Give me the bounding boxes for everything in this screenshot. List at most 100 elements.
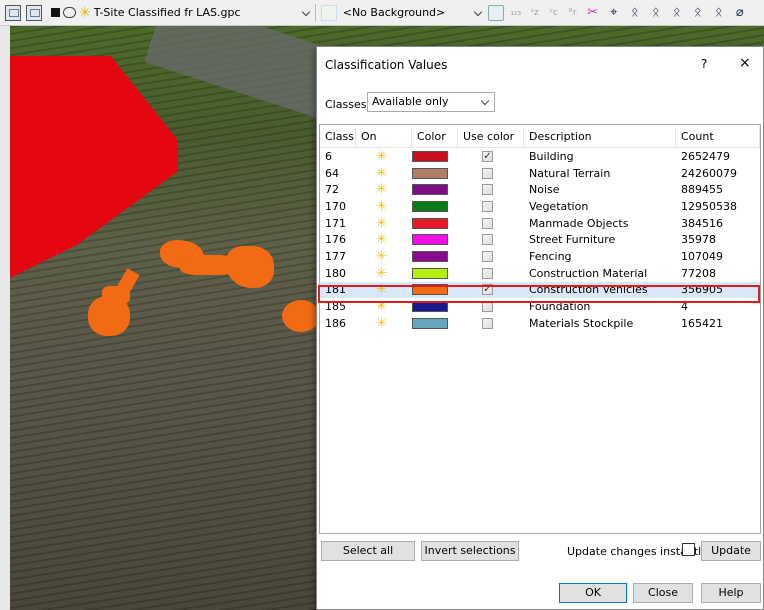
lasso-icon[interactable]: ᛟ	[648, 5, 664, 21]
use-color-checkbox[interactable]	[482, 267, 493, 279]
use-color-checkbox[interactable]	[482, 200, 493, 212]
close-button[interactable]: Close	[633, 583, 693, 603]
main-toolbar: ✳ T-Site Classified fr LAS.gpc <No Backg…	[0, 0, 764, 26]
class-count: 77208	[681, 266, 716, 280]
class-count: 356905	[681, 283, 723, 297]
table-row[interactable]: 72 ✳ Noise 889455	[320, 181, 760, 198]
point-select-icon[interactable]: ⌖	[606, 5, 622, 21]
class-on-icon[interactable]: ✳	[356, 199, 387, 214]
scissors-icon[interactable]: ✂	[585, 5, 601, 21]
lasso-icon[interactable]: ᛟ	[711, 5, 727, 21]
class-color-swatch[interactable]	[412, 217, 448, 229]
use-color-checkbox[interactable]: ✓	[482, 284, 493, 296]
lasso-icon[interactable]: ᛟ	[669, 5, 685, 21]
chevron-down-icon[interactable]	[301, 8, 311, 18]
lasso-icon[interactable]: ᛟ	[627, 5, 643, 21]
class-color-swatch[interactable]	[412, 234, 448, 246]
use-color-checkbox[interactable]: ✓	[482, 150, 493, 162]
table-row[interactable]: 170 ✳ Vegetation 12950538	[320, 198, 760, 215]
update-button[interactable]: Update	[701, 541, 761, 561]
update-instantly-checkbox[interactable]	[682, 543, 695, 556]
use-color-checkbox[interactable]	[482, 167, 493, 179]
r-tool-icon[interactable]: ᴿr	[566, 5, 580, 21]
table-row[interactable]: 185 ✳ Foundation 4	[320, 298, 760, 315]
table-row[interactable]: 6 ✳ ✓ Building 2652479	[320, 148, 760, 165]
table-row[interactable]: 176 ✳ Street Furniture 35978	[320, 231, 760, 248]
table-row[interactable]: 181 ✳ ✓ Construction Vehicles 356905	[320, 281, 760, 299]
class-count: 35978	[681, 233, 716, 247]
table-row[interactable]: 177 ✳ Fencing 107049	[320, 248, 760, 265]
classification-table: Class On Color Use color Description Cou…	[319, 124, 761, 534]
class-on-icon[interactable]: ✳	[356, 232, 387, 247]
use-color-checkbox[interactable]	[482, 217, 493, 229]
class-on-icon[interactable]: ✳	[356, 282, 387, 297]
table-row[interactable]: 180 ✳ Construction Material 77208	[320, 265, 760, 282]
column-header-on[interactable]: On	[356, 125, 412, 147]
properties-icon[interactable]	[26, 4, 42, 21]
class-color-swatch[interactable]	[412, 184, 448, 196]
chevron-down-icon[interactable]	[473, 8, 483, 18]
class-color-swatch[interactable]	[412, 301, 448, 313]
classify-tool-icon[interactable]	[487, 4, 504, 21]
z-tool-icon[interactable]: ᶻz	[528, 5, 542, 21]
use-color-checkbox[interactable]	[482, 250, 493, 262]
layer-file-name[interactable]: T-Site Classified fr LAS.gpc	[94, 6, 299, 19]
class-color-swatch[interactable]	[412, 267, 448, 279]
class-on-icon[interactable]: ✳	[356, 249, 387, 264]
class-color-swatch[interactable]	[412, 150, 448, 162]
background-icon[interactable]	[320, 4, 337, 21]
class-color-swatch[interactable]	[412, 167, 448, 179]
table-row[interactable]: 64 ✳ Natural Terrain 24260079	[320, 165, 760, 182]
select-all-button[interactable]: Select all	[321, 541, 415, 561]
layers-icon[interactable]	[5, 4, 21, 21]
column-header-color[interactable]: Color	[412, 125, 458, 147]
class-on-icon[interactable]: ✳	[356, 316, 387, 331]
toolbar-separator	[314, 3, 316, 22]
close-icon[interactable]: ×	[739, 55, 751, 71]
table-header: Class On Color Use color Description Cou…	[320, 125, 760, 148]
class-color-swatch[interactable]	[412, 317, 448, 329]
vehicle-points	[282, 300, 320, 332]
color-square-icon[interactable]	[51, 8, 60, 17]
class-color-swatch[interactable]	[412, 200, 448, 212]
help-button[interactable]: Help	[701, 583, 761, 603]
class-description: Foundation	[529, 300, 591, 314]
background-select[interactable]: <No Background>	[343, 6, 471, 19]
use-color-checkbox[interactable]	[482, 184, 493, 196]
class-on-icon[interactable]: ✳	[356, 266, 387, 281]
class-on-icon[interactable]: ✳	[356, 166, 387, 181]
classes-select[interactable]: Available only	[367, 92, 495, 112]
column-header-use-color[interactable]: Use color	[458, 125, 524, 147]
column-header-class[interactable]: Class	[320, 125, 356, 147]
c-tool-icon[interactable]: ᶜc	[547, 5, 561, 21]
filter-tool-icon[interactable]: ₁₂₃	[509, 5, 523, 21]
use-color-checkbox[interactable]	[482, 301, 493, 313]
class-count: 2652479	[681, 149, 730, 163]
help-icon[interactable]: ?	[701, 57, 707, 71]
class-id: 170	[325, 199, 346, 213]
class-on-icon[interactable]: ✳	[356, 299, 387, 314]
eraser-icon[interactable]: ⌀	[732, 5, 748, 21]
invert-selections-button[interactable]: Invert selections	[421, 541, 519, 561]
table-row[interactable]: 186 ✳ Materials Stockpile 165421	[320, 315, 760, 332]
class-description: Fencing	[529, 249, 572, 263]
class-on-icon[interactable]: ✳	[356, 149, 387, 164]
column-header-count[interactable]: Count	[676, 125, 760, 147]
class-id: 181	[325, 283, 346, 297]
ok-button[interactable]: OK	[559, 583, 627, 603]
use-color-checkbox[interactable]	[482, 234, 493, 246]
lasso-icon[interactable]: ᛟ	[690, 5, 706, 21]
class-color-swatch[interactable]	[412, 250, 448, 262]
class-count: 889455	[681, 183, 723, 197]
column-header-description[interactable]: Description	[524, 125, 676, 147]
use-color-checkbox[interactable]	[482, 317, 493, 329]
class-description: Materials Stockpile	[529, 316, 634, 330]
class-on-icon[interactable]: ✳	[356, 182, 387, 197]
cloud-icon	[63, 7, 76, 18]
class-color-swatch[interactable]	[412, 284, 448, 296]
class-on-icon[interactable]: ✳	[356, 216, 387, 231]
table-row[interactable]: 171 ✳ Manmade Objects 384516	[320, 215, 760, 232]
dialog-title: Classification Values	[325, 58, 448, 72]
class-id: 176	[325, 233, 346, 247]
class-description: Building	[529, 149, 574, 163]
